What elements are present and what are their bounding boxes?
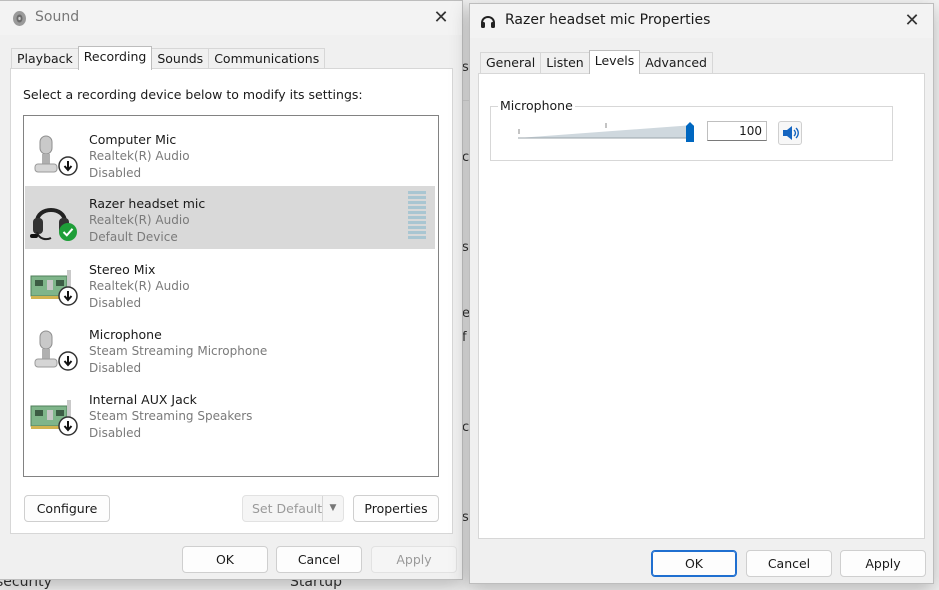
sound-tab-bar: Playback Recording Sounds Communications (11, 46, 326, 70)
sound-close-button[interactable]: ✕ (430, 7, 452, 29)
microphone-group-label: Microphone (498, 98, 575, 113)
microphone-level-slider[interactable] (518, 119, 698, 145)
disabled-arrow-icon (58, 156, 78, 176)
list-item-selected[interactable]: Razer headset mic Realtek(R) Audio Defau… (25, 186, 435, 249)
sound-apply-button[interactable]: Apply (371, 546, 457, 573)
speaker-volume-icon (783, 126, 799, 140)
device-name: Razer headset mic (89, 196, 206, 211)
microphone-level-input[interactable]: 100 (707, 121, 767, 141)
device-status: Disabled (89, 296, 142, 310)
default-check-icon (59, 223, 77, 241)
set-default-label: Set Default (252, 501, 323, 516)
configure-button[interactable]: Configure (24, 495, 110, 522)
list-item[interactable]: Microphone Steam Streaming Microphone Di… (25, 317, 435, 381)
tab-communications[interactable]: Communications (208, 48, 326, 69)
instruction-text: Select a recording device below to modif… (23, 87, 363, 102)
microphone-level-value: 100 (739, 124, 762, 138)
background-text: s (462, 240, 469, 255)
sound-titlebar: Sound ✕ (0, 1, 462, 35)
properties-cancel-button[interactable]: Cancel (746, 550, 832, 577)
mute-button[interactable] (778, 121, 802, 145)
chevron-down-icon: ▼ (322, 496, 343, 521)
properties-titlebar: Razer headset mic Properties ✕ (470, 4, 933, 38)
tab-levels[interactable]: Levels (588, 50, 641, 74)
device-driver: Steam Streaming Speakers (89, 409, 253, 423)
tab-recording[interactable]: Recording (77, 46, 153, 70)
disabled-arrow-icon (58, 286, 78, 306)
tab-advanced[interactable]: Advanced (639, 52, 713, 73)
input-level-meter (408, 191, 426, 239)
list-item[interactable]: Computer Mic Realtek(R) Audio Disabled (25, 122, 435, 186)
device-status: Disabled (89, 166, 142, 180)
slider-thumb (686, 122, 694, 142)
disabled-arrow-icon (58, 416, 78, 436)
device-name: Stereo Mix (89, 262, 156, 277)
device-status: Default Device (89, 230, 178, 244)
device-name: Internal AUX Jack (89, 392, 197, 407)
tab-listen[interactable]: Listen (540, 52, 590, 73)
device-driver: Realtek(R) Audio (89, 149, 190, 163)
device-name: Computer Mic (89, 132, 177, 147)
headset-app-icon (481, 16, 495, 28)
properties-apply-button[interactable]: Apply (840, 550, 926, 577)
background-text: s (462, 60, 469, 75)
list-item[interactable]: Stereo Mix Realtek(R) Audio Disabled (25, 252, 435, 316)
microphone-group: Microphone 100 (490, 98, 893, 161)
properties-tab-bar: General Listen Levels Advanced (480, 50, 713, 74)
device-driver: Realtek(R) Audio (89, 213, 190, 227)
sound-window: Sound ✕ Playback Recording Sounds Commun… (0, 0, 463, 580)
sound-window-title: Sound (35, 9, 80, 25)
list-item[interactable]: Internal AUX Jack Steam Streaming Speake… (25, 382, 435, 446)
device-driver: Realtek(R) Audio (89, 279, 190, 293)
properties-button[interactable]: Properties (353, 495, 439, 522)
tab-general[interactable]: General (480, 52, 542, 73)
device-driver: Steam Streaming Microphone (89, 344, 268, 358)
device-name: Microphone (89, 327, 162, 342)
device-status: Disabled (89, 426, 142, 440)
levels-panel: Microphone 100 (478, 73, 925, 539)
properties-window: Razer headset mic Properties ✕ General L… (469, 3, 934, 584)
set-default-button[interactable]: Set Default ▼ (242, 495, 344, 522)
sound-ok-button[interactable]: OK (182, 546, 268, 573)
properties-close-button[interactable]: ✕ (901, 10, 923, 32)
properties-ok-button[interactable]: OK (651, 550, 737, 577)
disabled-arrow-icon (58, 351, 78, 371)
properties-window-title: Razer headset mic Properties (505, 12, 711, 28)
tab-sounds[interactable]: Sounds (151, 48, 210, 69)
speaker-app-icon (13, 11, 26, 26)
tab-playback[interactable]: Playback (11, 48, 79, 69)
device-status: Disabled (89, 361, 142, 375)
recording-panel: Select a recording device below to modif… (10, 68, 453, 534)
sound-cancel-button[interactable]: Cancel (276, 546, 362, 573)
device-list[interactable]: Computer Mic Realtek(R) Audio Disabled R… (23, 115, 439, 477)
